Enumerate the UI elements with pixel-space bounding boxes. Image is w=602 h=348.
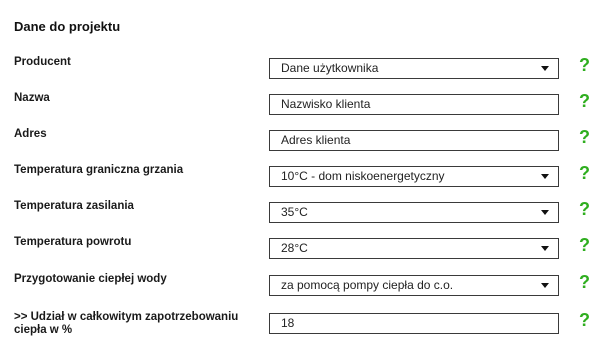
udzial-input-value: 18 [281, 316, 295, 330]
producent-select-value: Dane użytkownika [281, 61, 379, 75]
przygotowanie-cieplej-wody-select[interactable]: za pomocą pompy ciepła do c.o. [269, 275, 559, 296]
help-icon[interactable]: ? [579, 162, 590, 184]
chevron-down-icon[interactable] [541, 66, 549, 71]
help-icon[interactable]: ? [579, 126, 590, 148]
label-nazwa: Nazwa [14, 92, 50, 104]
section-title: Dane do projektu [14, 19, 121, 34]
form-row-temperatura-powrotu: Temperatura powrotu 28°C ? [0, 235, 602, 262]
form-row-producent: Producent Dane użytkownika ? [0, 55, 602, 82]
temperatura-powrotu-select-value: 28°C [281, 241, 308, 255]
chevron-down-icon[interactable] [541, 174, 549, 179]
label-przygotowanie-cieplej-wody: Przygotowanie ciepłej wody [14, 273, 167, 285]
chevron-down-icon[interactable] [541, 283, 549, 288]
temperatura-zasilania-select-value: 35°C [281, 205, 308, 219]
temperatura-powrotu-select[interactable]: 28°C [269, 238, 559, 259]
form-row-adres: Adres Adres klienta ? [0, 127, 602, 154]
help-icon[interactable]: ? [579, 271, 590, 293]
nazwa-input-value: Nazwisko klienta [281, 97, 371, 111]
producent-select[interactable]: Dane użytkownika [269, 58, 559, 79]
help-icon[interactable]: ? [579, 234, 590, 256]
form-row-przygotowanie-cieplej-wody: Przygotowanie ciepłej wody za pomocą pom… [0, 272, 602, 299]
help-icon[interactable]: ? [579, 198, 590, 220]
adres-input[interactable]: Adres klienta [269, 130, 559, 151]
form-row-udzial: >> Udział w całkowitym zapotrzebowaniu c… [0, 310, 602, 337]
label-adres: Adres [14, 128, 47, 140]
chevron-down-icon[interactable] [541, 246, 549, 251]
przygotowanie-cieplej-wody-select-value: za pomocą pompy ciepła do c.o. [281, 278, 454, 292]
chevron-down-icon[interactable] [541, 210, 549, 215]
label-temperatura-zasilania: Temperatura zasilania [14, 200, 134, 212]
label-producent: Producent [14, 56, 71, 68]
help-icon[interactable]: ? [579, 90, 590, 112]
temperatura-graniczna-select[interactable]: 10°C - dom niskoenergetyczny [269, 166, 559, 187]
label-temperatura-powrotu: Temperatura powrotu [14, 236, 132, 248]
temperatura-graniczna-select-value: 10°C - dom niskoenergetyczny [281, 169, 445, 183]
temperatura-zasilania-select[interactable]: 35°C [269, 202, 559, 223]
adres-input-value: Adres klienta [281, 133, 351, 147]
nazwa-input[interactable]: Nazwisko klienta [269, 94, 559, 115]
help-icon[interactable]: ? [579, 309, 590, 331]
form-row-temperatura-zasilania: Temperatura zasilania 35°C ? [0, 199, 602, 226]
label-temperatura-graniczna: Temperatura graniczna grzania [14, 164, 184, 176]
udzial-input[interactable]: 18 [269, 313, 559, 334]
form-row-temperatura-graniczna: Temperatura graniczna grzania 10°C - dom… [0, 163, 602, 190]
help-icon[interactable]: ? [579, 54, 590, 76]
label-udzial: >> Udział w całkowitym zapotrzebowaniu c… [14, 311, 239, 336]
form-row-nazwa: Nazwa Nazwisko klienta ? [0, 91, 602, 118]
